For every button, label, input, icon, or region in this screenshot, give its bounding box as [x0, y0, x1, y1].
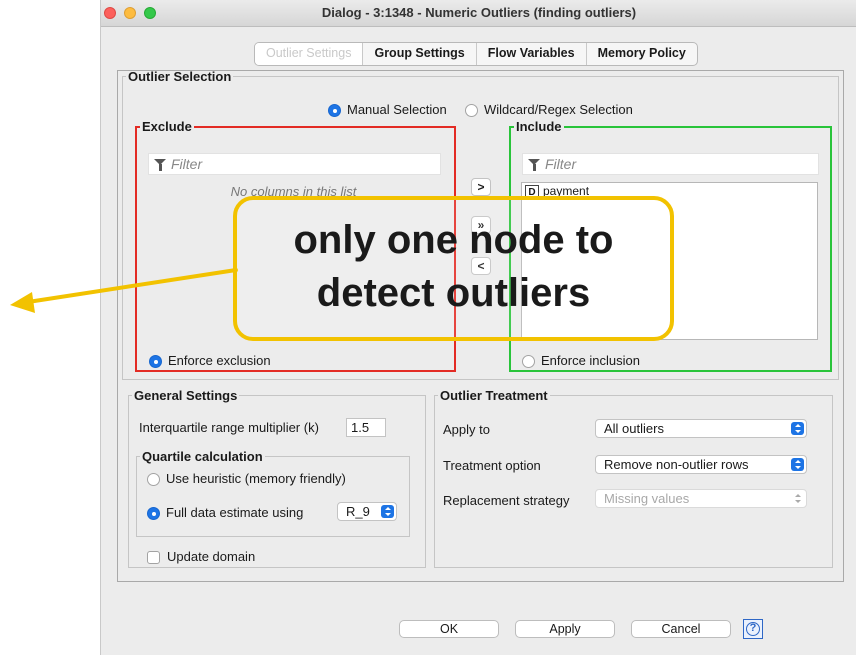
annotation-callout-text: only one node to detect outliers	[293, 218, 614, 315]
